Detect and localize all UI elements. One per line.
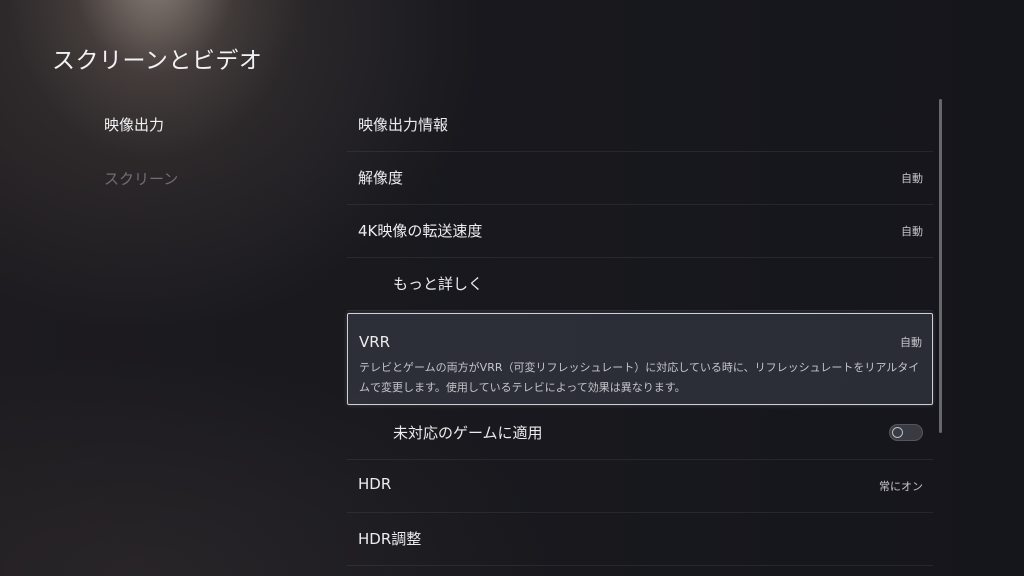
page-title: スクリーンとビデオ	[52, 48, 263, 74]
row-label: 未対応のゲームに適用	[393, 424, 543, 442]
apply-unsupported-toggle[interactable]	[889, 424, 923, 441]
apply-unsupported-games-row[interactable]: 未対応のゲームに適用	[347, 407, 933, 460]
scrollbar[interactable]	[939, 99, 942, 433]
row-label: 解像度	[358, 169, 404, 187]
hdr-row[interactable]: HDR 常にオン	[347, 460, 933, 513]
transfer-rate-4k-row[interactable]: 4K映像の転送速度 自動	[347, 205, 933, 258]
sidebar-item-label: スクリーン	[104, 170, 179, 188]
vrr-row[interactable]: VRR 自動 テレビとゲームの両方がVRR（可変リフレッシュレート）に対応してい…	[347, 313, 933, 405]
row-label: HDR調整	[358, 530, 422, 548]
sidebar-item-label: 映像出力	[104, 116, 165, 134]
row-label: 4K映像の転送速度	[358, 222, 483, 240]
row-value: 自動	[901, 225, 923, 238]
resolution-row[interactable]: 解像度 自動	[347, 152, 933, 205]
settings-list: 映像出力情報 解像度 自動 4K映像の転送速度 自動 もっと詳しく VRR 自動…	[347, 99, 933, 566]
vrr-description: テレビとゲームの両方がVRR（可変リフレッシュレート）に対応している時に、リフレ…	[359, 361, 920, 394]
row-value: 自動	[901, 172, 923, 185]
row-label: HDR	[358, 475, 392, 493]
toggle-knob	[892, 427, 903, 438]
row-value: 常にオン	[879, 480, 923, 493]
row-label: もっと詳しく	[393, 275, 484, 293]
video-output-info-row[interactable]: 映像出力情報	[347, 99, 933, 152]
sidebar-item-screen[interactable]: スクリーン	[104, 164, 178, 218]
more-details-row[interactable]: もっと詳しく	[347, 258, 933, 311]
row-value: 自動	[900, 336, 922, 349]
hdr-adjust-row[interactable]: HDR調整	[347, 513, 933, 566]
row-label: 映像出力情報	[358, 116, 449, 134]
sidebar-item-video-output[interactable]: 映像出力	[104, 110, 178, 164]
row-label: VRR	[359, 333, 391, 351]
sidebar: 映像出力 スクリーン	[104, 110, 178, 218]
